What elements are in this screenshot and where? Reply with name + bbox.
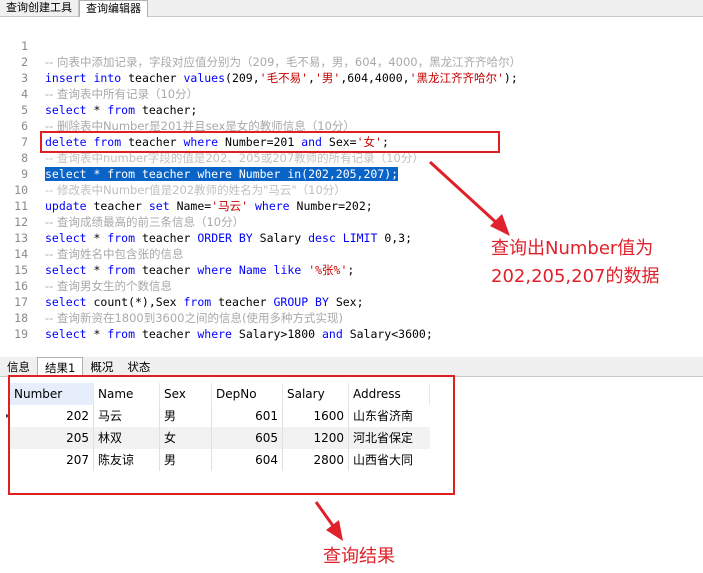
query-annotation: 查询出Number值为 202,205,207的数据: [491, 235, 660, 291]
result-tab-bar: 信息 结果1 概况 状态: [0, 357, 703, 377]
tab-status[interactable]: 状态: [120, 357, 157, 377]
arrow-to-query: [428, 160, 502, 228]
query-annotation-line: 查询出Number值为: [491, 238, 654, 259]
tab-result-1[interactable]: 结果1: [37, 357, 84, 377]
result-annotation: 查询结果: [323, 546, 395, 567]
result-highlight-box: [8, 375, 455, 495]
query-annotation-line: 202,205,207的数据: [491, 266, 660, 287]
tab-profile[interactable]: 概况: [83, 357, 120, 377]
arrow-head: [490, 214, 510, 236]
tab-info[interactable]: 信息: [0, 357, 37, 377]
arrow-head: [326, 520, 343, 541]
